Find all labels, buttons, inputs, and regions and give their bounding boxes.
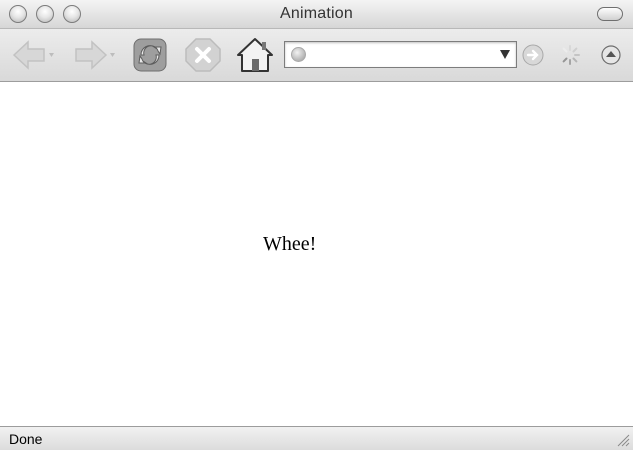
resize-grip-icon[interactable]: [615, 432, 630, 447]
url-input[interactable]: [311, 45, 491, 64]
loading-throbber-icon: [560, 45, 580, 65]
loading-throbber: [558, 43, 582, 67]
status-bar: Done: [0, 426, 633, 450]
window-title: Animation: [280, 5, 353, 22]
navigation-toolbar: [0, 29, 633, 82]
title-bar[interactable]: Animation: [0, 0, 633, 29]
stop-icon: [185, 38, 221, 72]
stop-button[interactable]: [184, 37, 222, 73]
sidebar-toggle-button[interactable]: [599, 43, 623, 67]
go-button[interactable]: [521, 43, 545, 67]
forward-arrow-icon: [75, 40, 115, 70]
url-history-dropdown-icon[interactable]: [500, 50, 510, 59]
page-text: Whee!: [263, 233, 317, 255]
url-bar[interactable]: [284, 41, 517, 68]
back-button[interactable]: [10, 37, 56, 73]
back-arrow-icon: [12, 40, 54, 70]
site-globe-icon: [291, 47, 306, 62]
forward-button[interactable]: [70, 37, 118, 73]
browser-window: Animation Whee! Done: [0, 0, 633, 450]
sidebar-toggle-icon: [601, 45, 621, 65]
home-icon: [237, 38, 273, 72]
page-content: Whee!: [0, 82, 633, 426]
reload-button[interactable]: [130, 37, 170, 73]
status-text: Done: [9, 431, 43, 447]
go-icon: [522, 44, 544, 66]
toolbar-toggle-button[interactable]: [597, 7, 623, 21]
home-button[interactable]: [235, 37, 275, 73]
reload-icon: [133, 38, 167, 72]
